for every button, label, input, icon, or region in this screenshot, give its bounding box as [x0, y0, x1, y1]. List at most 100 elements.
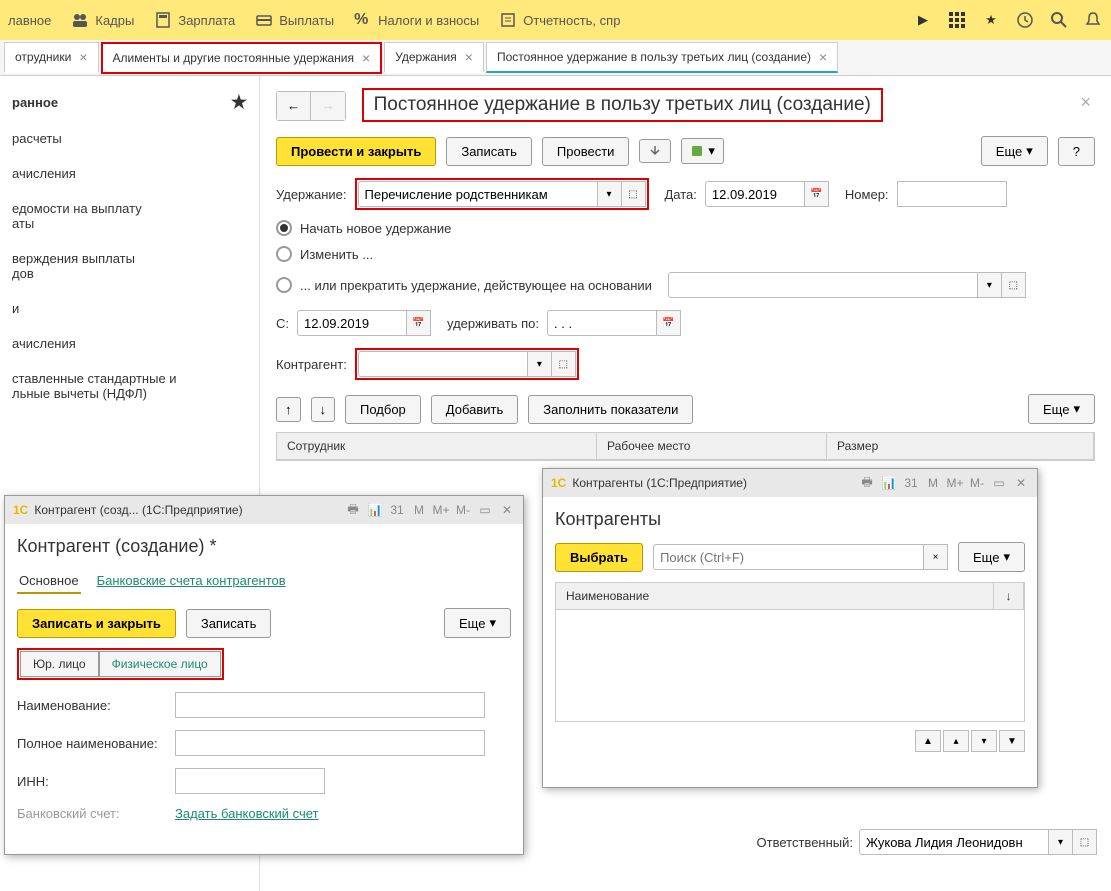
toggle-individual[interactable]: Физическое лицо [99, 651, 221, 677]
post-button[interactable]: Провести [542, 137, 630, 166]
tab-alimony[interactable]: Алименты и другие постоянные удержания× [101, 42, 383, 74]
toolbar-item-main[interactable]: лавное [8, 13, 51, 28]
sidebar-item[interactable]: и [0, 291, 259, 326]
col-workplace[interactable]: Рабочее место [597, 433, 827, 459]
until-date-input[interactable] [547, 310, 657, 336]
tab-employees[interactable]: отрудники× [4, 42, 99, 73]
calendar-icon[interactable]: 📅 [805, 181, 829, 207]
forward-button[interactable]: → [311, 92, 345, 120]
clear-search-button[interactable]: × [924, 544, 948, 570]
inn-input[interactable] [175, 768, 325, 794]
toolbar-item-salary[interactable]: Зарплата [154, 11, 235, 29]
down-button[interactable]: ↓ [311, 397, 336, 422]
m-plus-icon[interactable]: M+ [433, 502, 449, 518]
close-icon[interactable]: × [1080, 92, 1091, 113]
more-button[interactable]: Еще ▾ [444, 608, 511, 638]
from-date-input[interactable] [297, 310, 407, 336]
col-name[interactable]: Наименование [556, 583, 994, 609]
radio-stop[interactable] [276, 277, 292, 293]
history-icon[interactable] [1015, 10, 1035, 30]
calendar-icon[interactable]: 31 [903, 475, 919, 491]
fullname-input[interactable] [175, 730, 485, 756]
grid-icon[interactable] [947, 10, 967, 30]
subtab-main[interactable]: Основное [17, 569, 81, 594]
play-icon[interactable]: ▶ [913, 10, 933, 30]
toolbar-item-reports[interactable]: Отчетность, спр [499, 11, 620, 29]
more-button[interactable]: Еще ▾ [958, 542, 1025, 572]
open-button[interactable]: ⬚ [1002, 272, 1026, 298]
sidebar-item[interactable]: ачисления [0, 156, 259, 191]
open-button[interactable]: ⬚ [622, 181, 646, 207]
back-button[interactable]: ← [277, 92, 311, 120]
close-icon[interactable]: × [362, 50, 370, 66]
m-minus-icon[interactable]: M- [455, 502, 471, 518]
calc-icon[interactable]: 📊 [367, 502, 383, 518]
star-icon[interactable]: ★ [981, 10, 1001, 30]
m-icon[interactable]: M [411, 502, 427, 518]
sidebar-item[interactable]: ставленные стандартные и льные вычеты (Н… [0, 361, 259, 411]
choose-button[interactable]: Выбрать [555, 543, 643, 572]
minimize-icon[interactable]: ▭ [477, 502, 493, 518]
toggle-legal[interactable]: Юр. лицо [20, 651, 99, 677]
tab-deductions[interactable]: Удержания× [384, 42, 484, 73]
actions-button[interactable]: ▾ [681, 138, 724, 164]
post-and-close-button[interactable]: Провести и закрыть [276, 137, 436, 166]
name-input[interactable] [175, 692, 485, 718]
up-button[interactable]: ↑ [276, 397, 301, 422]
deduction-input[interactable] [358, 181, 598, 207]
close-icon[interactable]: × [465, 49, 473, 65]
toolbar-item-personnel[interactable]: Кадры [71, 11, 134, 29]
m-minus-icon[interactable]: M- [969, 475, 985, 491]
col-amount[interactable]: Размер [827, 433, 1094, 459]
dropdown-button[interactable]: ▾ [598, 181, 622, 207]
write-button[interactable]: Записать [446, 137, 532, 166]
counterparty-input[interactable] [358, 351, 528, 377]
calc-icon[interactable]: 📊 [881, 475, 897, 491]
dropdown-button[interactable]: ▾ [978, 272, 1002, 298]
help-button[interactable]: ? [1058, 137, 1095, 166]
toolbar-item-payments[interactable]: Выплаты [255, 11, 334, 29]
attach-button[interactable] [639, 139, 671, 163]
open-button[interactable]: ⬚ [1073, 829, 1097, 855]
subtab-bank[interactable]: Банковские счета контрагентов [95, 569, 288, 594]
date-input[interactable] [705, 181, 805, 207]
more-button[interactable]: Еще ▾ [981, 136, 1048, 166]
select-button[interactable]: Подбор [345, 395, 421, 424]
tab-permanent-deduction[interactable]: Постоянное удержание в пользу третьих ли… [486, 42, 838, 73]
number-input[interactable] [897, 181, 1007, 207]
save-close-button[interactable]: Записать и закрыть [17, 609, 176, 638]
dropdown-button[interactable]: ▾ [528, 351, 552, 377]
write-button[interactable]: Записать [186, 609, 272, 638]
radio-change[interactable] [276, 246, 292, 262]
page-next[interactable]: ▾ [971, 730, 997, 752]
close-icon[interactable]: × [79, 49, 87, 65]
m-plus-icon[interactable]: M+ [947, 475, 963, 491]
sidebar-item[interactable]: ачисления [0, 326, 259, 361]
sidebar-item[interactable]: едомости на выплату аты [0, 191, 259, 241]
add-button[interactable]: Добавить [431, 395, 518, 424]
m-icon[interactable]: M [925, 475, 941, 491]
bell-icon[interactable] [1083, 10, 1103, 30]
col-employee[interactable]: Сотрудник [277, 433, 597, 459]
basis-input[interactable] [668, 272, 978, 298]
toolbar-item-taxes[interactable]: % Налоги и взносы [354, 11, 479, 29]
print-icon[interactable]: 🖶 [859, 475, 875, 491]
sidebar-item[interactable]: верждения выплаты дов [0, 241, 259, 291]
dropdown-button[interactable]: ▾ [1049, 829, 1073, 855]
fill-button[interactable]: Заполнить показатели [528, 395, 693, 424]
close-icon[interactable]: × [819, 49, 827, 65]
minimize-icon[interactable]: ▭ [991, 475, 1007, 491]
open-button[interactable]: ⬚ [552, 351, 576, 377]
sidebar-item[interactable]: расчеты [0, 121, 259, 156]
page-first[interactable]: ▲ [915, 730, 941, 752]
calendar-icon[interactable]: 📅 [407, 310, 431, 336]
print-icon[interactable]: 🖶 [345, 502, 361, 518]
responsible-input[interactable] [859, 829, 1049, 855]
page-last[interactable]: ▼ [999, 730, 1025, 752]
more-button[interactable]: Еще ▾ [1028, 394, 1095, 424]
calendar-icon[interactable]: 📅 [657, 310, 681, 336]
search-input[interactable] [653, 544, 924, 570]
star-icon[interactable]: ★ [231, 92, 247, 113]
bank-link[interactable]: Задать банковский счет [175, 806, 319, 821]
sort-icon[interactable]: ↓ [994, 583, 1024, 609]
